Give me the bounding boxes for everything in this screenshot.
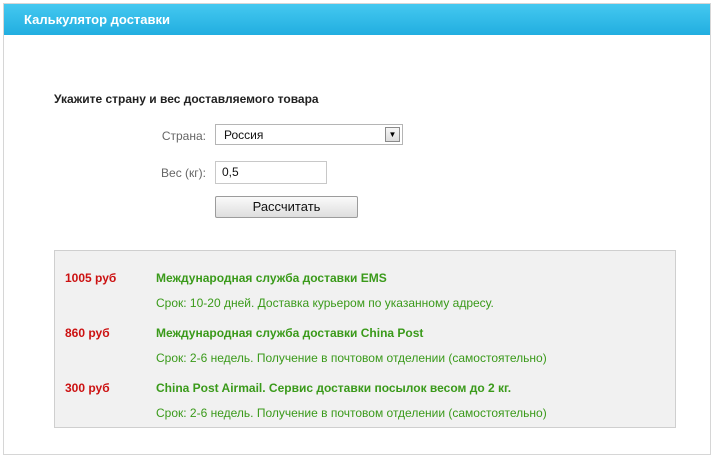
results-box: 1005 руб Международная служба доставки E… — [54, 250, 676, 428]
country-select[interactable]: Россия ▼ — [215, 124, 403, 145]
result-service-name: China Post Airmail. Сервис доставки посы… — [156, 381, 512, 395]
result-service-name: Международная служба доставки EMS — [156, 271, 387, 285]
form-instruction: Укажите страну и вес доставляемого товар… — [54, 92, 319, 106]
weight-input[interactable]: 0,5 — [215, 161, 327, 184]
result-price: 300 руб — [65, 381, 110, 395]
result-service-description: Срок: 2-6 недель. Получение в почтовом о… — [156, 406, 547, 420]
country-select-value: Россия — [224, 128, 264, 142]
weight-label: Вес (кг): — [161, 166, 206, 180]
result-service-description: Срок: 2-6 недель. Получение в почтовом о… — [156, 351, 547, 365]
result-price: 1005 руб — [65, 271, 117, 285]
calculate-button[interactable]: Рассчитать — [215, 196, 358, 218]
result-service-name: Международная служба доставки China Post — [156, 326, 424, 340]
chevron-down-icon[interactable]: ▼ — [385, 127, 400, 142]
result-service-description: Срок: 10-20 дней. Доставка курьером по у… — [156, 296, 494, 310]
delivery-calculator-panel: Калькулятор доставки Укажите страну и ве… — [3, 3, 711, 455]
panel-header: Калькулятор доставки — [4, 4, 710, 35]
country-label: Страна: — [161, 129, 206, 143]
result-price: 860 руб — [65, 326, 110, 340]
